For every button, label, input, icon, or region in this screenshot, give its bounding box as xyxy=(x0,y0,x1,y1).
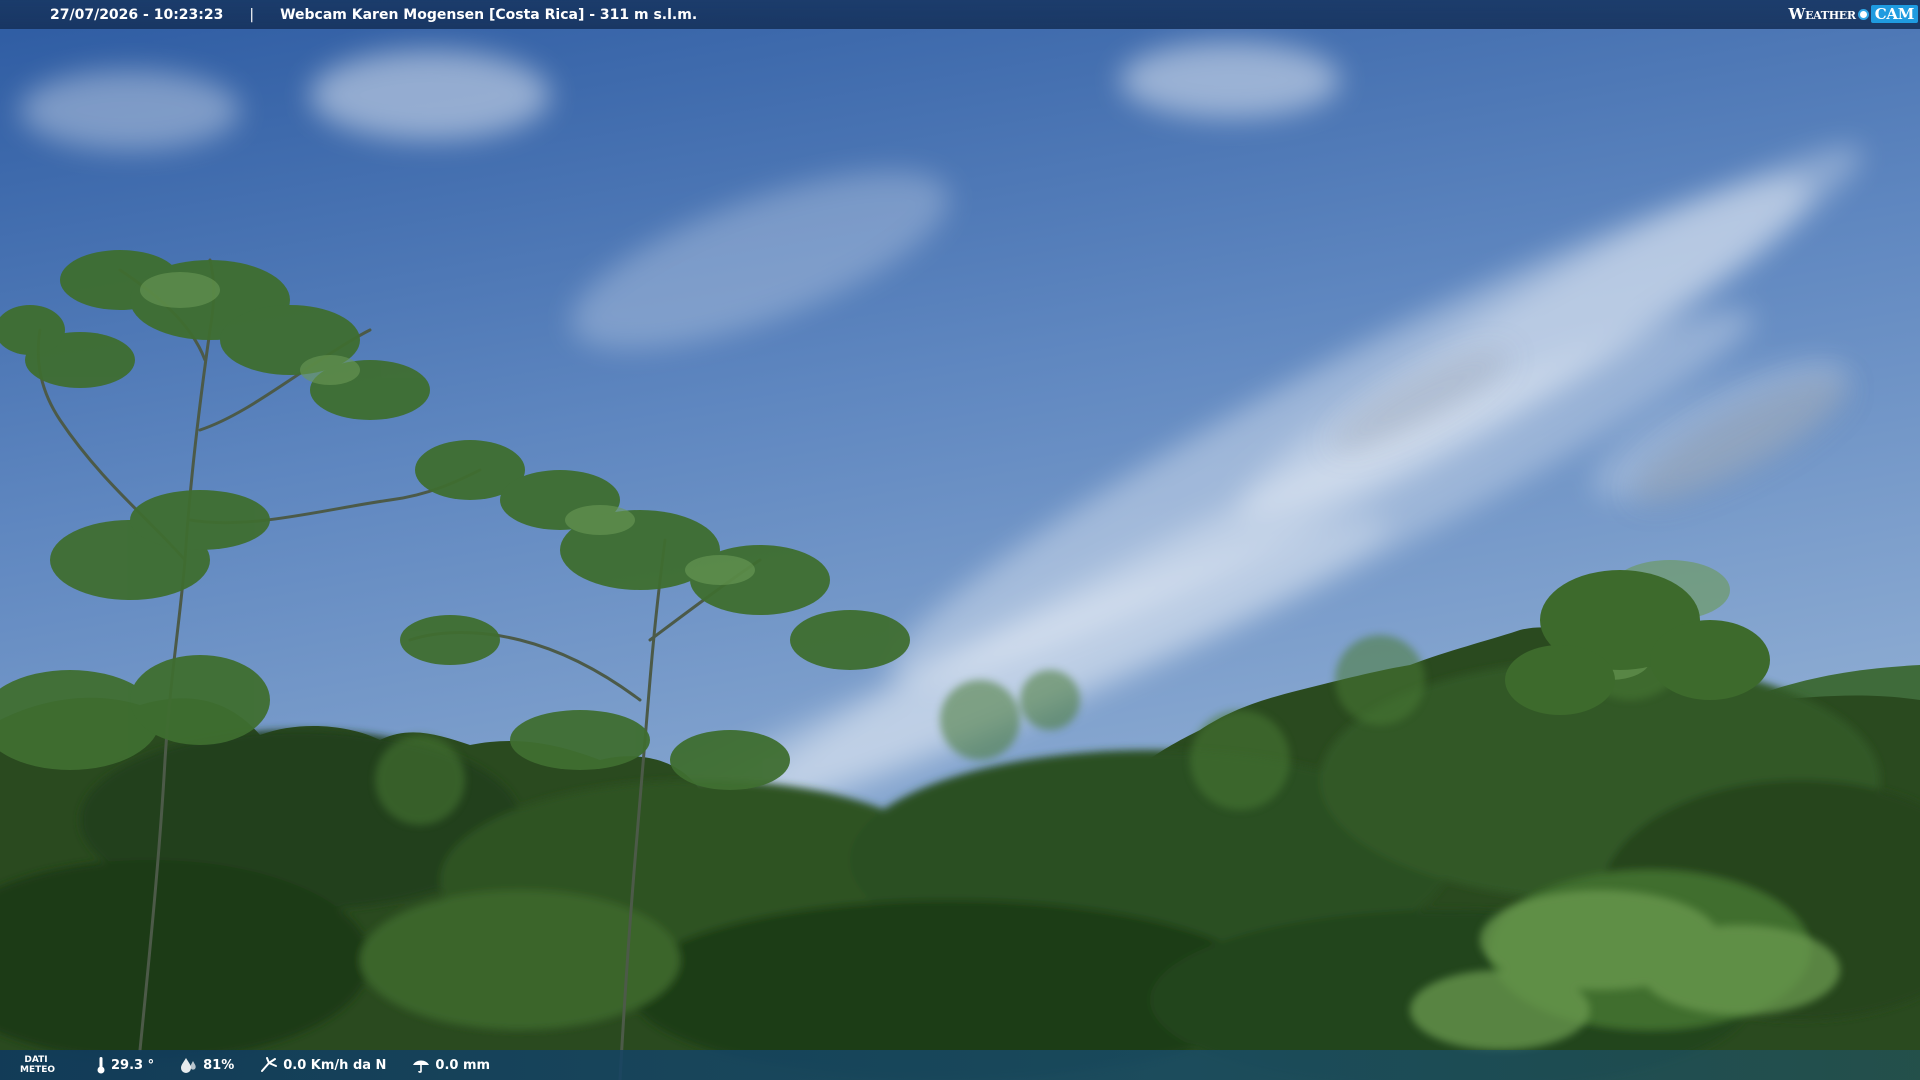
webcam-header-bar: 27/07/2026 - 10:23:23 | Webcam Karen Mog… xyxy=(0,0,1920,29)
webcam-title: Webcam Karen Mogensen [Costa Rica] - 311… xyxy=(280,6,698,23)
datetime-stamp: 27/07/2026 - 10:23:23 xyxy=(50,6,224,23)
rain-value: 0.0 mm xyxy=(435,1057,491,1073)
weather-data-bar: DATI METEO 29.3 ° 81% 0.0 Km/h da N 0.0 … xyxy=(0,1050,1920,1080)
logo-dot-icon xyxy=(1857,8,1869,20)
brand-weather-text: Weather xyxy=(1788,5,1856,23)
brand-cam-text: CAM xyxy=(1870,5,1918,23)
weathercam-logo: Weather CAM xyxy=(1789,3,1918,25)
wind-value: 0.0 Km/h da N xyxy=(283,1057,387,1073)
dati-line2: METEO xyxy=(20,1065,56,1075)
dati-line1: DATI xyxy=(24,1055,48,1065)
humidity-drop-icon xyxy=(181,1058,196,1073)
dati-meteo-label: DATI METEO xyxy=(20,1055,56,1075)
temperature-value: 29.3 ° xyxy=(111,1057,155,1073)
thermometer-icon xyxy=(97,1057,105,1074)
wind-readout: 0.0 Km/h da N xyxy=(260,1057,386,1073)
wind-icon xyxy=(261,1057,278,1072)
webcam-image xyxy=(0,0,1920,1080)
rain-icon xyxy=(413,1060,430,1073)
humidity-value: 81% xyxy=(203,1057,235,1073)
humidity-readout: 81% xyxy=(180,1057,234,1073)
rain-readout: 0.0 mm xyxy=(412,1057,490,1073)
temperature-readout: 29.3 ° xyxy=(96,1056,154,1074)
header-separator: | xyxy=(249,6,255,23)
